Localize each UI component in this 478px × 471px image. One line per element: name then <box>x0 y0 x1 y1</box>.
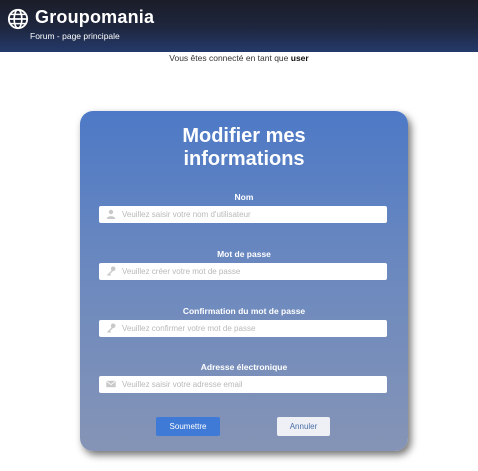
key-icon <box>107 266 116 276</box>
key-icon <box>107 323 116 333</box>
nav-link-forum[interactable]: Forum - page principale <box>30 31 120 41</box>
name-label: Nom <box>234 192 254 202</box>
form-title: Modifier mes informations <box>80 125 408 171</box>
cancel-button[interactable]: Annuler <box>277 417 330 436</box>
password-label: Mot de passe <box>217 249 271 259</box>
username: user <box>290 53 309 63</box>
user-icon <box>106 209 116 219</box>
password-input[interactable] <box>122 263 380 280</box>
name-field[interactable] <box>99 206 387 223</box>
globe-icon[interactable] <box>7 8 29 30</box>
email-field[interactable] <box>99 376 387 393</box>
password-field[interactable] <box>99 263 387 280</box>
login-status: Vous êtes connecté en tant que user <box>0 53 478 63</box>
confirm-password-label: Confirmation du mot de passe <box>182 306 306 316</box>
confirm-password-field[interactable] <box>99 320 387 337</box>
edit-profile-form: Modifier mes informations Nom Mot de pas… <box>80 111 408 451</box>
brand-name[interactable]: Groupomania <box>35 7 154 28</box>
email-icon <box>106 380 116 388</box>
form-title-line-2: informations <box>183 148 305 170</box>
top-header: Groupomania Forum - page principale <box>0 0 478 52</box>
submit-button[interactable]: Soumettre <box>156 417 220 436</box>
name-input[interactable] <box>122 206 380 223</box>
email-input[interactable] <box>122 376 380 393</box>
login-status-text: Vous êtes connecté en tant que <box>169 53 289 63</box>
confirm-password-input[interactable] <box>122 320 380 337</box>
email-label: Adresse électronique <box>200 362 288 372</box>
form-title-line-1: Modifier mes <box>182 125 306 147</box>
